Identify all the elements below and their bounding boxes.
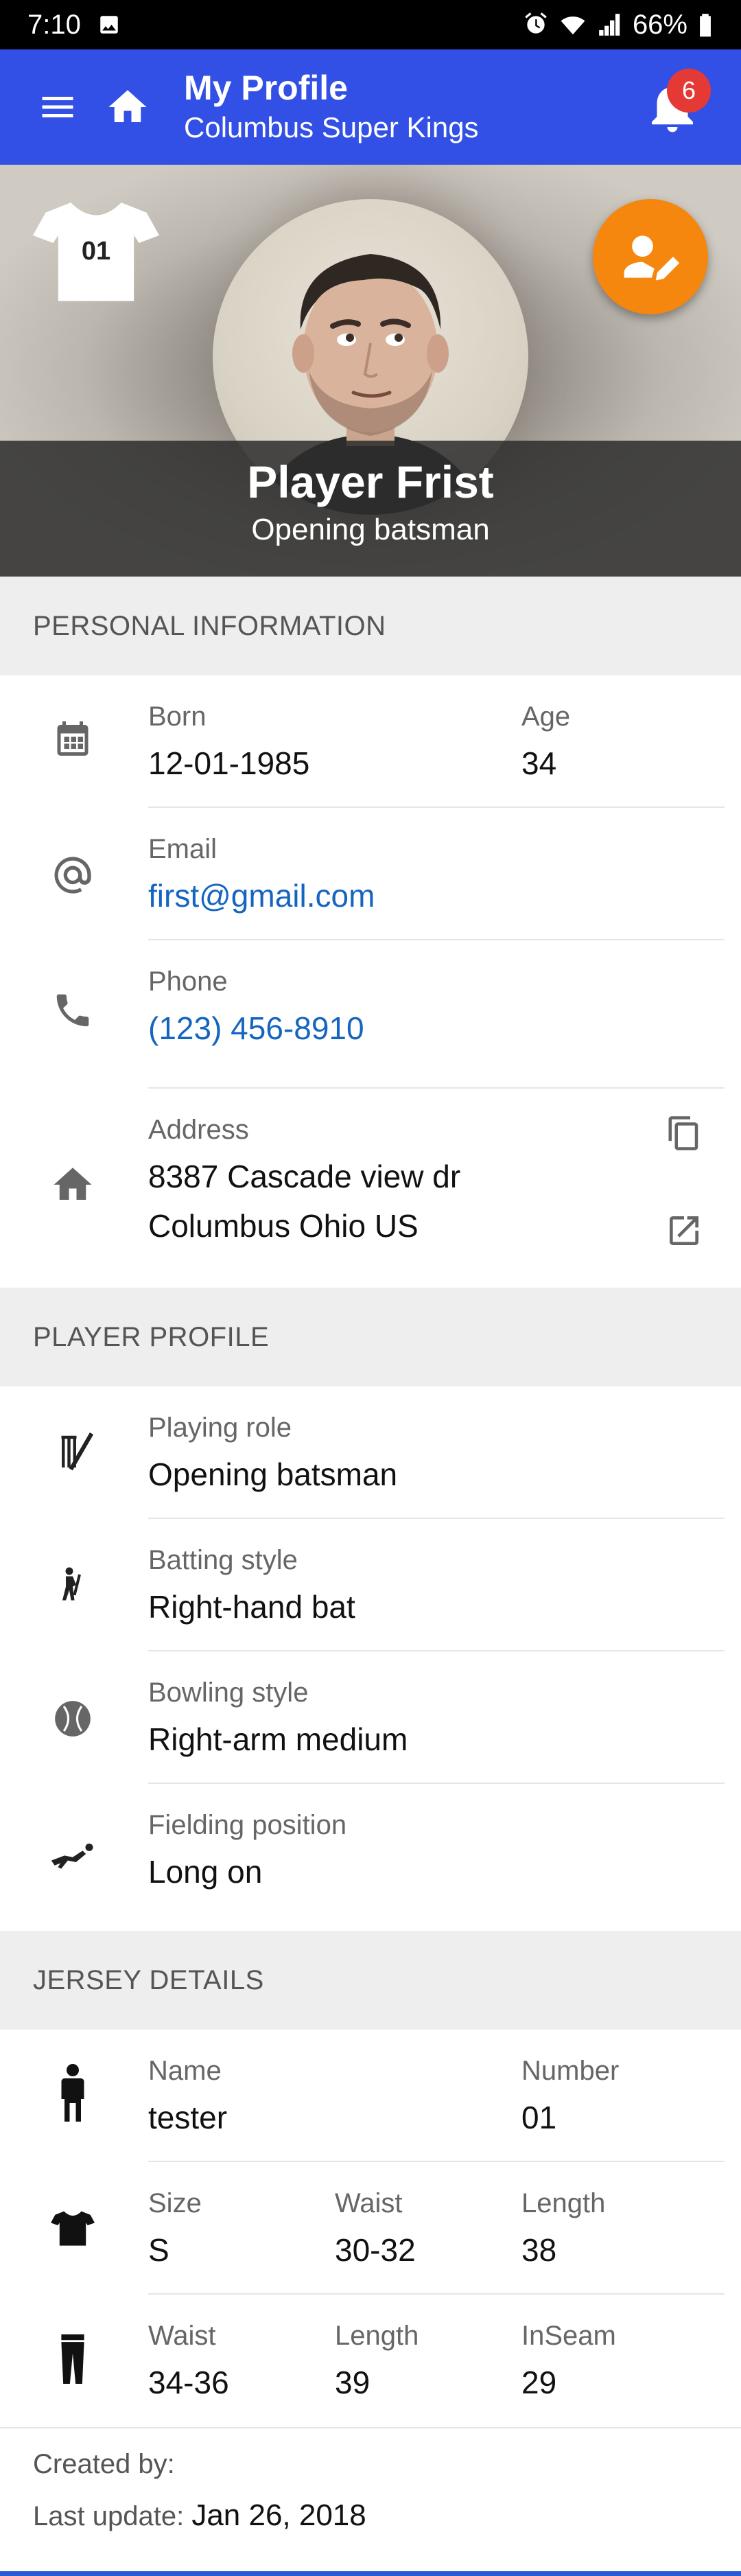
jersey-name-row: Name tester Number 01 — [0, 2030, 741, 2162]
name-band: Player Frist Opening batsman — [0, 441, 741, 577]
fielder-diving-icon — [45, 1826, 100, 1881]
last-update-label: Last update: — [33, 2501, 185, 2531]
pants-icon — [45, 2332, 100, 2387]
app-bar: My Profile Columbus Super Kings 6 — [0, 49, 741, 165]
shirt-size-row: Size S Waist 30-32 Length 38 — [0, 2162, 741, 2295]
address-line-2: Columbus Ohio US — [148, 1208, 419, 1244]
jersey-number-value: 01 — [521, 2100, 557, 2135]
personal-information-header: PERSONAL INFORMATION — [0, 577, 741, 675]
shirt-waist-label: Waist — [335, 2188, 403, 2218]
email-link[interactable]: first@gmail.com — [148, 877, 375, 915]
battery-icon — [700, 14, 711, 37]
pants-waist-label: Waist — [148, 2321, 216, 2351]
email-row[interactable]: Email first@gmail.com — [0, 808, 741, 940]
fielding-position-label: Fielding position — [148, 1810, 347, 1840]
signal-icon — [599, 14, 620, 36]
phone-row[interactable]: Phone (123) 456-8910 — [0, 940, 741, 1089]
pants-waist-value: 34-36 — [148, 2365, 229, 2400]
notification-count-badge: 6 — [667, 69, 711, 113]
bottom-accent-line — [0, 2571, 741, 2576]
shirt-waist-value: 30-32 — [335, 2232, 416, 2268]
wifi-icon — [561, 16, 585, 35]
batting-style-label: Batting style — [148, 1545, 298, 1575]
fielding-position-value: Long on — [148, 1854, 263, 1890]
born-value: 12-01-1985 — [148, 745, 310, 781]
open-external-icon — [670, 1216, 698, 1245]
shirt-length-value: 38 — [521, 2232, 557, 2268]
batsman-icon — [45, 1557, 100, 1612]
battery-percent: 66% — [632, 9, 687, 40]
cricket-ball-icon — [45, 1691, 100, 1746]
size-label: Size — [148, 2188, 202, 2218]
jersey-number: 01 — [81, 237, 111, 266]
bowling-style-row: Bowling style Right-arm medium — [0, 1651, 741, 1784]
born-label: Born — [148, 701, 207, 732]
shirt-icon — [45, 2201, 100, 2255]
phone-label: Phone — [148, 966, 228, 997]
jersey-name-label: Name — [148, 2056, 222, 2086]
inseam-value: 29 — [521, 2365, 557, 2400]
pants-size-row: Waist 34-36 Length 39 InSeam 29 — [0, 2295, 741, 2427]
app-bar-titles: My Profile Columbus Super Kings — [184, 67, 479, 147]
team-name: Columbus Super Kings — [184, 111, 479, 143]
open-map-button[interactable] — [660, 1207, 708, 1255]
footer-divider — [0, 2427, 741, 2428]
calendar-icon — [45, 711, 100, 766]
player-profile-header: PLAYER PROFILE — [0, 1288, 741, 1386]
cricket-stumps-icon — [45, 1425, 100, 1480]
menu-button[interactable] — [29, 78, 86, 136]
address-row: Address 8387 Cascade view dr Columbus Oh… — [0, 1089, 741, 1288]
home-icon — [108, 90, 147, 122]
copy-address-button[interactable] — [660, 1109, 708, 1157]
age-value: 34 — [521, 745, 557, 781]
playing-role-label: Playing role — [148, 1413, 292, 1443]
status-time: 7:10 — [27, 9, 81, 40]
batting-style-row: Batting style Right-hand bat — [0, 1519, 741, 1651]
bowling-style-value: Right-arm medium — [148, 1721, 408, 1757]
born-age-row: Born 12-01-1985 Age 34 — [0, 675, 741, 808]
person-icon — [45, 2064, 100, 2122]
player-role: Opening batsman — [251, 513, 490, 546]
created-by-label: Created by: — [33, 2449, 175, 2479]
phone-link[interactable]: (123) 456-8910 — [148, 1009, 364, 1047]
address-label: Address — [148, 1115, 249, 1145]
edit-profile-button[interactable] — [593, 199, 708, 314]
pants-length-value: 39 — [335, 2365, 370, 2400]
home-address-icon — [45, 1157, 100, 1212]
last-update-value: Jan 26, 2018 — [191, 2498, 366, 2532]
bowling-style-label: Bowling style — [148, 1678, 309, 1708]
batting-style-value: Right-hand bat — [148, 1589, 355, 1625]
alarm-icon — [525, 12, 547, 34]
jersey-details-header: JERSEY DETAILS — [0, 1931, 741, 2030]
email-label: Email — [148, 834, 217, 864]
pants-length-label: Length — [335, 2321, 419, 2351]
edit-profile-icon — [624, 235, 680, 281]
playing-role-value: Opening batsman — [148, 1457, 398, 1492]
shirt-length-label: Length — [521, 2188, 606, 2218]
created-by: Created by: — [33, 2449, 175, 2480]
age-label: Age — [521, 701, 571, 732]
profile-hero: 01 Player Frist Opening batsman — [0, 165, 741, 577]
phone-icon — [45, 983, 100, 1038]
hamburger-menu-icon — [42, 97, 73, 117]
player-name: Player Frist — [247, 456, 494, 507]
playing-role-row: Playing role Opening batsman — [0, 1386, 741, 1519]
size-value: S — [148, 2232, 169, 2268]
last-update: Last update: Jan 26, 2018 — [33, 2498, 366, 2533]
at-sign-icon — [45, 848, 100, 903]
page-title: My Profile — [184, 69, 348, 107]
jersey-number-label: Number — [521, 2056, 620, 2086]
jersey-name-value: tester — [148, 2100, 228, 2135]
address-line-1: 8387 Cascade view dr — [148, 1159, 461, 1194]
fielding-position-row: Fielding position Long on — [0, 1784, 741, 1931]
copy-icon — [668, 1116, 698, 1150]
status-bar: 7:10 66% — [0, 0, 741, 49]
home-button[interactable] — [99, 78, 156, 136]
image-icon — [100, 16, 118, 34]
inseam-label: InSeam — [521, 2321, 616, 2351]
